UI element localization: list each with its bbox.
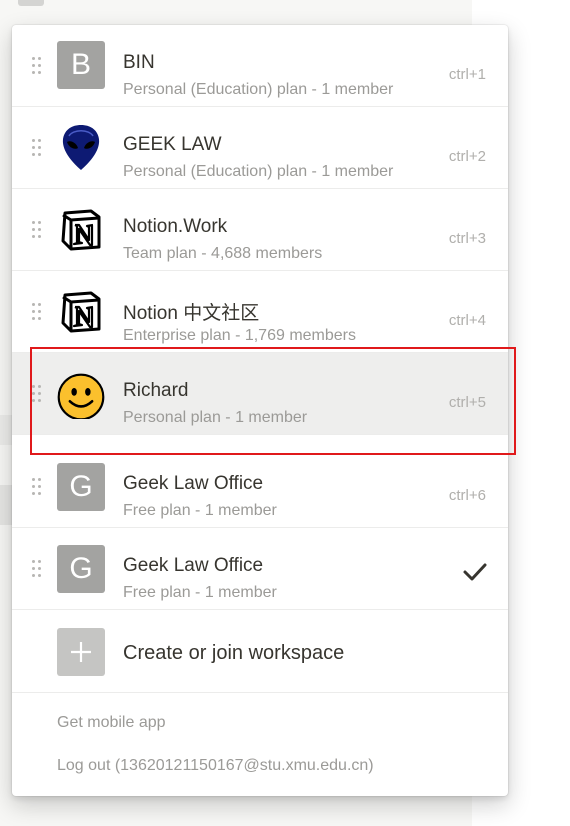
- drag-handle-icon[interactable]: [32, 303, 42, 321]
- workspace-item-geek-law-office-2[interactable]: G Geek Law Office Free plan - 1 member: [12, 528, 508, 610]
- workspace-name: Geek Law Office: [123, 555, 264, 576]
- drag-handle-icon[interactable]: [32, 560, 42, 578]
- workspace-avatar: G: [57, 545, 105, 593]
- workspace-shortcut: ctrl+6: [448, 487, 486, 504]
- get-mobile-app-link[interactable]: Get mobile app: [57, 714, 166, 732]
- drag-handle-icon[interactable]: [32, 221, 42, 239]
- workspace-plan: Free plan - 1 member: [123, 502, 277, 519]
- notion-logo-icon: [57, 205, 105, 253]
- workspace-shortcut: ctrl+4: [448, 312, 486, 329]
- workspace-item-notion-work[interactable]: Notion.Work Team plan - 4,688 members ct…: [12, 189, 508, 271]
- workspace-name: Notion 中文社区: [123, 303, 260, 324]
- workspace-switcher-menu: B BIN Personal (Education) plan - 1 memb…: [12, 25, 508, 796]
- workspace-plan: Enterprise plan - 1,769 members: [123, 327, 356, 344]
- workspace-plan: Personal plan - 1 member: [123, 409, 308, 426]
- alien-icon: [57, 123, 105, 171]
- workspace-item-geek-law[interactable]: GEEK LAW Personal (Education) plan - 1 m…: [12, 107, 508, 189]
- checkmark-icon: [462, 561, 488, 583]
- notion-logo-icon: [57, 287, 105, 335]
- logout-link[interactable]: Log out (13620121150167@stu.xmu.edu.cn): [57, 757, 374, 775]
- drag-handle-icon[interactable]: [32, 385, 42, 403]
- workspace-name: GEEK LAW: [123, 134, 222, 155]
- drag-handle-icon[interactable]: [32, 139, 42, 157]
- background-chip: [18, 0, 44, 6]
- workspace-shortcut: ctrl+3: [448, 230, 486, 247]
- workspace-plan: Free plan - 1 member: [123, 584, 277, 601]
- plus-icon: [57, 628, 105, 676]
- workspace-plan: Team plan - 4,688 members: [123, 245, 323, 262]
- drag-handle-icon[interactable]: [32, 478, 42, 496]
- create-workspace-button[interactable]: Create or join workspace: [12, 610, 508, 693]
- workspace-item-richard[interactable]: Richard Personal plan - 1 member ctrl+5: [12, 353, 508, 435]
- workspace-name: Richard: [123, 380, 189, 401]
- workspace-plan: Personal (Education) plan - 1 member: [123, 81, 394, 98]
- workspace-item-bin[interactable]: B BIN Personal (Education) plan - 1 memb…: [12, 25, 508, 107]
- workspace-plan: Personal (Education) plan - 1 member: [123, 163, 394, 180]
- smiley-face-icon: [57, 371, 105, 419]
- drag-handle-icon[interactable]: [32, 57, 42, 75]
- workspace-shortcut: ctrl+2: [448, 148, 486, 165]
- workspace-name: Notion.Work: [123, 216, 228, 237]
- workspace-item-notion-cn[interactable]: Notion 中文社区 Enterprise plan - 1,769 memb…: [12, 271, 508, 353]
- workspace-shortcut: ctrl+1: [448, 66, 486, 83]
- create-workspace-label: Create or join workspace: [123, 642, 345, 664]
- workspace-shortcut: ctrl+5: [448, 394, 486, 411]
- workspace-avatar: G: [57, 463, 105, 511]
- workspace-item-geek-law-office-1[interactable]: G Geek Law Office Free plan - 1 member c…: [12, 446, 508, 528]
- workspace-avatar: B: [57, 41, 105, 89]
- workspace-name: Geek Law Office: [123, 473, 264, 494]
- workspace-name: BIN: [123, 52, 155, 73]
